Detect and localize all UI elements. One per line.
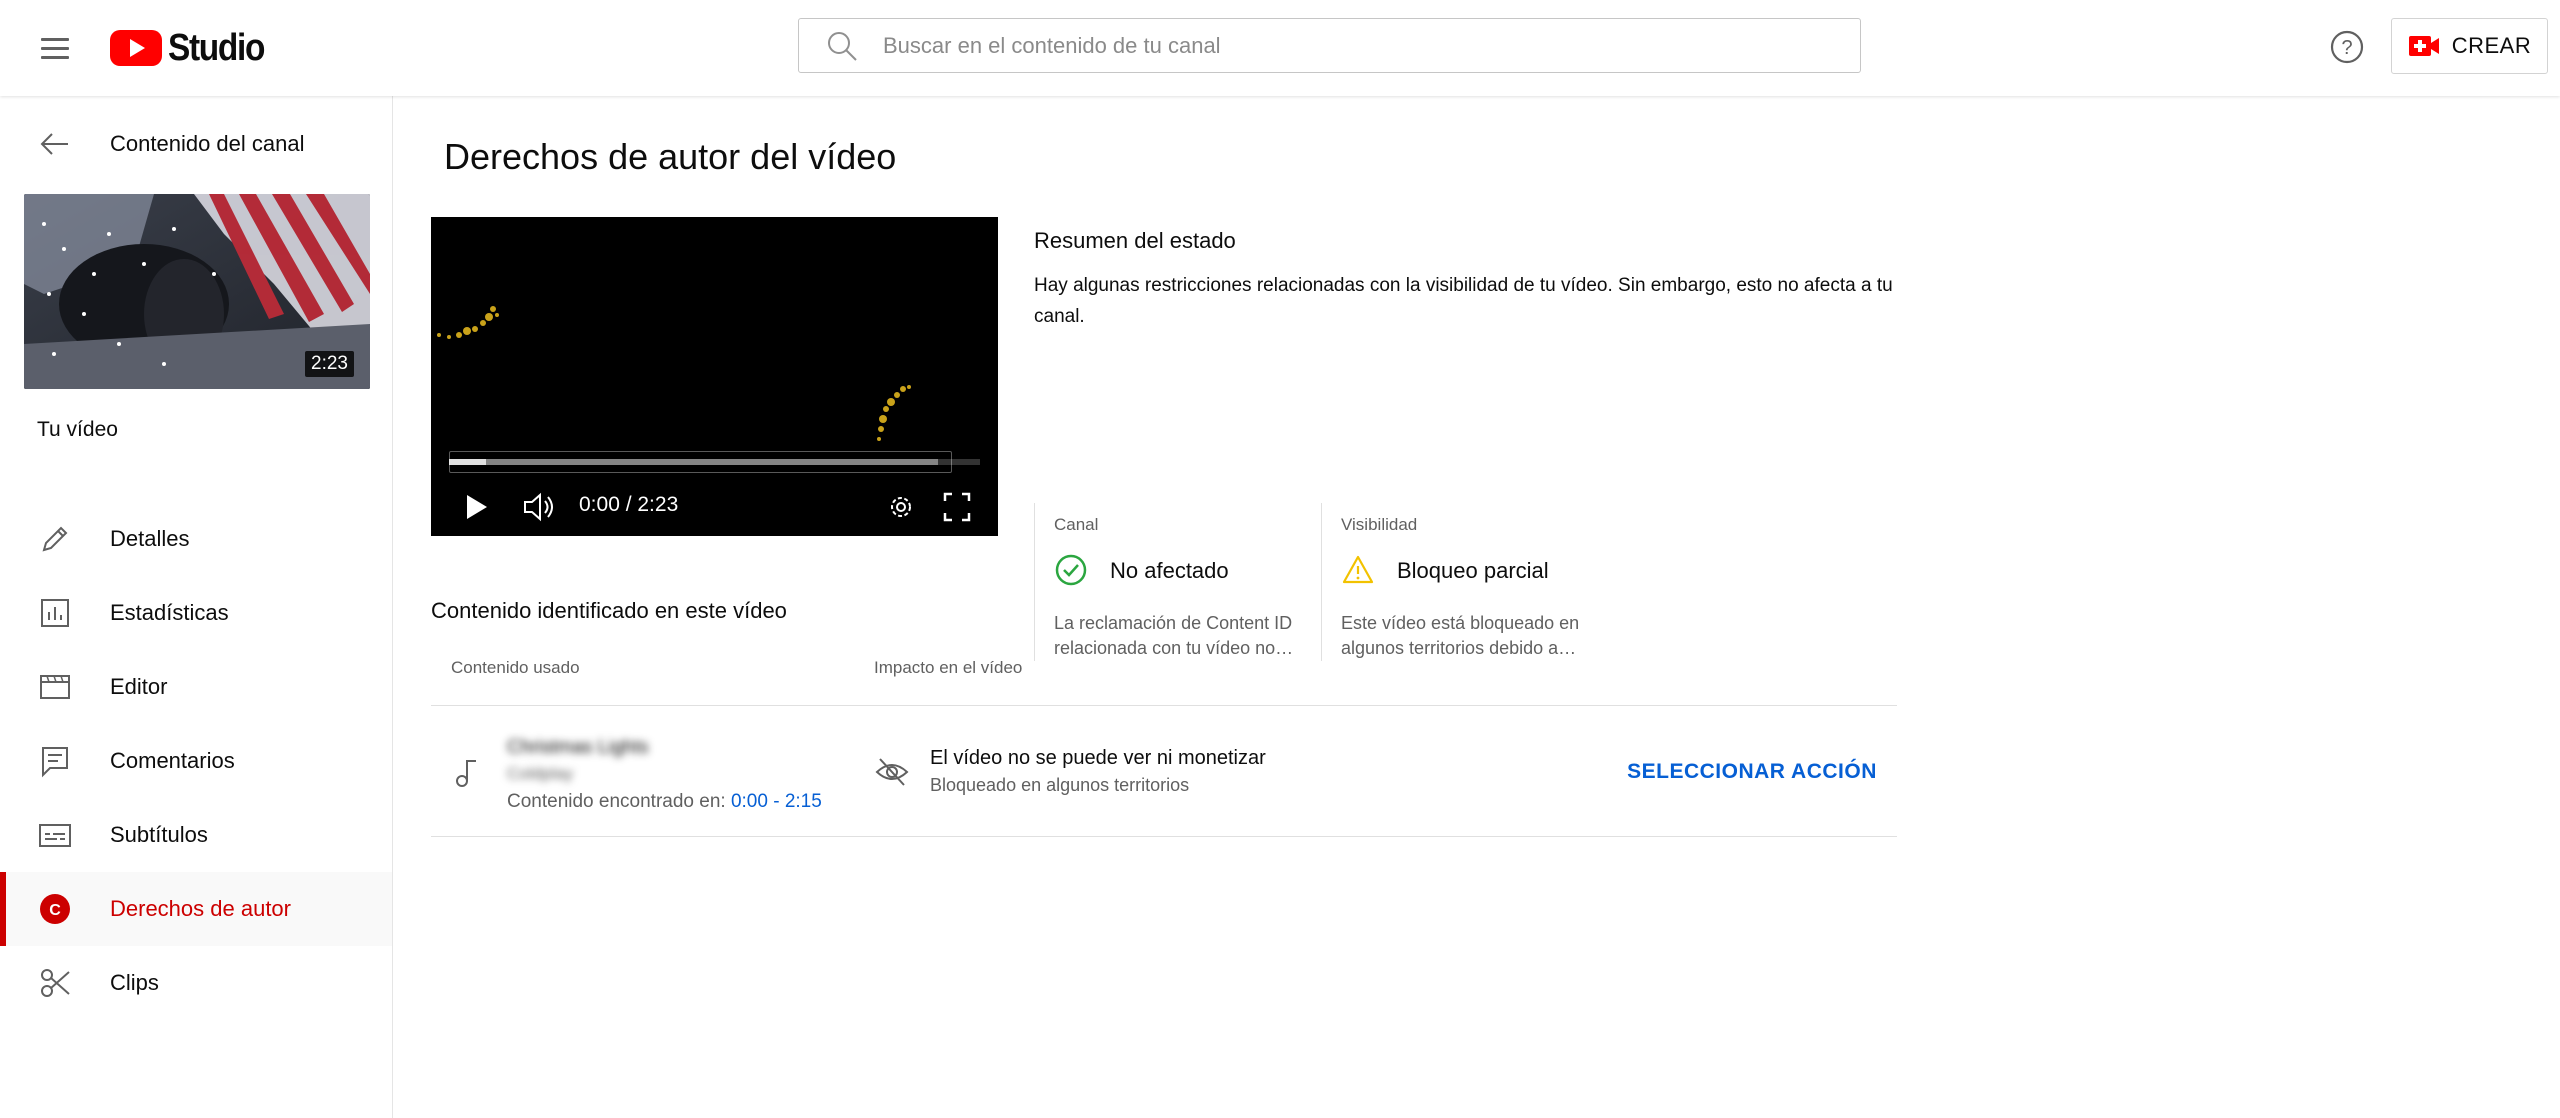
check-circle-icon [1055, 554, 1087, 586]
channel-status-label: Canal [1054, 515, 1099, 534]
identified-content-title: Contenido identificado en este vídeo [431, 598, 787, 623]
copyright-badge-letter: C [49, 902, 61, 919]
sidebar-item-label: Clips [110, 970, 159, 995]
sidebar-item-details[interactable]: Detalles [0, 502, 392, 576]
comment-icon [42, 747, 68, 778]
sidebar-item-editor[interactable]: Editor [0, 650, 392, 724]
create-label: CREAR [2451, 33, 2532, 58]
summary-title: Resumen del estado [1034, 228, 1236, 253]
warning-icon [1342, 555, 1374, 584]
fullscreen-icon[interactable] [941, 489, 973, 525]
table-row: Christmas Lights Coldplay Contenido enco… [431, 707, 1897, 837]
content-found-range[interactable]: 0:00 - 2:15 [731, 791, 822, 812]
video-thumbnail[interactable]: 2:23 [24, 194, 370, 389]
music-note-icon [456, 760, 476, 787]
summary-description: Hay algunas restricciones relacionadas c… [1034, 275, 1893, 327]
studio-logo[interactable]: Studio [110, 26, 277, 70]
sidebar-item-label: Comentarios [110, 748, 235, 773]
channel-status-value: No afectado [1110, 558, 1229, 583]
analytics-icon [41, 599, 69, 627]
eye-off-icon [875, 758, 909, 786]
play-icon[interactable] [461, 489, 491, 525]
search-icon [828, 31, 857, 61]
create-button[interactable]: CREAR [2391, 18, 2548, 74]
visibility-note-line: Este vídeo está bloqueado en [1341, 613, 1580, 633]
column-header-content-used: Contenido usado [451, 658, 580, 677]
menu-icon[interactable] [38, 30, 74, 66]
select-action-button[interactable]: SELECCIONAR ACCIÓN [1623, 751, 1881, 793]
status-summary: Resumen del estado Hay algunas restricci… [1034, 228, 1934, 661]
settings-gear-icon[interactable] [885, 489, 917, 525]
scissors-icon [41, 969, 70, 997]
sidebar-item-analytics[interactable]: Estadísticas [0, 576, 392, 650]
song-title: Christmas Lights [507, 737, 649, 758]
sidebar-item-copyright[interactable]: C Derechos de autor [0, 872, 392, 946]
back-label: Contenido del canal [110, 131, 305, 156]
back-arrow-icon [40, 133, 68, 155]
content-found-text: Contenido encontrado en: 0:00 - 2:15 [507, 791, 822, 813]
impact-main-text: El vídeo no se puede ver ni monetizar [930, 747, 1266, 769]
song-artist: Coldplay [507, 764, 574, 783]
page-title: Derechos de autor del vídeo [444, 136, 897, 177]
help-icon[interactable]: ? [2328, 28, 2366, 66]
create-video-icon [2408, 36, 2439, 56]
subtitles-icon [39, 824, 71, 847]
table-header: Contenido usado Impacto en el vídeo [431, 636, 1897, 706]
visibility-status-label: Visibilidad [1341, 515, 1418, 534]
impact-sub-text: Bloqueado en algunos territorios [930, 775, 1190, 795]
sidebar-item-label: Estadísticas [110, 600, 229, 625]
progress-bar[interactable] [449, 459, 980, 465]
volume-icon[interactable] [521, 489, 557, 525]
visibility-status-value: Bloqueo parcial [1397, 558, 1549, 583]
back-to-channel-content[interactable]: Contenido del canal [0, 120, 392, 168]
progress-played [449, 459, 487, 465]
time-display: 0:00 / 2:23 [579, 493, 679, 516]
sidebar-item-label: Detalles [110, 526, 190, 551]
sidebar-item-label: Derechos de autor [110, 896, 291, 921]
sidebar-item-label: Subtítulos [110, 822, 208, 847]
sidebar-item-label: Editor [110, 674, 168, 699]
your-video-label: Tu vídeo [37, 418, 118, 441]
left-sidebar: Contenido del canal 2:23 Tu vídeo Detall… [0, 96, 393, 1118]
pencil-icon [42, 526, 68, 552]
content-found-label: Contenido encontrado en: [507, 791, 731, 812]
svg-text:?: ? [2341, 37, 2352, 59]
logo-text: Studio [168, 26, 265, 69]
main-content: Derechos de autor del vídeo 0:00 / 2:23 … [394, 96, 2560, 1118]
progress-buffered [449, 459, 938, 465]
sidebar-item-comments[interactable]: Comentarios [0, 724, 392, 798]
sidebar-item-subtitles[interactable]: Subtítulos [0, 798, 392, 872]
youtube-logo-icon [110, 30, 162, 66]
video-player[interactable]: 0:00 / 2:23 [431, 217, 998, 536]
clapperboard-icon [40, 675, 70, 699]
top-bar: Studio ? CREAR [0, 0, 2560, 96]
thumbnail-duration: 2:23 [305, 351, 354, 377]
channel-note-line: La reclamación de Content ID [1054, 613, 1293, 633]
search-box[interactable] [798, 18, 1861, 73]
column-header-impact: Impacto en el vídeo [874, 658, 1023, 677]
search-input[interactable] [883, 32, 1783, 59]
sidebar-item-clips[interactable]: Clips [0, 946, 392, 1020]
copyright-icon: C [40, 894, 70, 924]
